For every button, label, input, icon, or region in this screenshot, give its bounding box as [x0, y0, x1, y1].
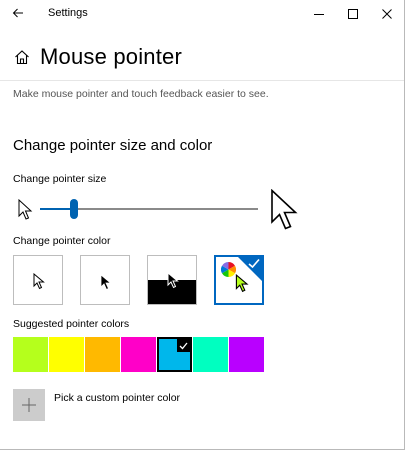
slider-fill [40, 208, 74, 210]
section-title: Change pointer size and color [13, 137, 213, 154]
pointer-size-label: Change pointer size [13, 173, 107, 185]
maximize-icon [348, 8, 358, 19]
color-chip[interactable] [121, 337, 156, 372]
settings-window: Settings Mouse pointer Make mouse pointe… [0, 0, 405, 450]
pointer-color-inverted-option[interactable] [147, 255, 197, 305]
pick-custom-color-label: Pick a custom pointer color [54, 392, 181, 404]
suggested-colors-palette [13, 337, 265, 372]
page-header: Mouse pointer [13, 42, 182, 72]
color-chip[interactable] [157, 337, 192, 372]
pointer-size-slider[interactable] [40, 199, 258, 219]
small-cursor-icon [18, 199, 33, 220]
maximize-button[interactable] [336, 0, 370, 27]
black-cursor-icon [100, 274, 112, 291]
pointer-color-black-option[interactable] [80, 255, 130, 305]
add-color-tile[interactable] [13, 389, 45, 421]
page-description: Make mouse pointer and touch feedback ea… [13, 88, 269, 100]
color-wheel-icon [221, 262, 236, 277]
plus-icon [22, 398, 36, 412]
checkmark-icon [248, 258, 260, 269]
white-cursor-icon [33, 273, 45, 290]
color-chip[interactable] [13, 337, 48, 372]
color-chip[interactable] [193, 337, 228, 372]
pointer-color-white-option[interactable] [13, 255, 63, 305]
header-divider [0, 80, 404, 81]
minimize-button[interactable] [302, 0, 336, 27]
pointer-color-custom-option[interactable] [214, 255, 264, 305]
inverted-cursor-icon [167, 272, 179, 289]
close-icon [382, 8, 392, 19]
back-button[interactable] [4, 2, 32, 24]
home-icon[interactable] [13, 48, 31, 66]
suggested-colors-label: Suggested pointer colors [13, 318, 130, 330]
back-arrow-icon [12, 8, 23, 18]
page-title: Mouse pointer [40, 44, 183, 69]
color-chip[interactable] [85, 337, 120, 372]
title-bar: Settings [0, 0, 404, 27]
color-chip[interactable] [229, 337, 264, 372]
pointer-color-label: Change pointer color [13, 235, 111, 247]
app-title: Settings [48, 7, 88, 19]
minimize-icon [314, 13, 324, 15]
close-button[interactable] [370, 0, 404, 27]
chip-checkmark-icon [177, 339, 190, 352]
large-cursor-icon [271, 189, 298, 230]
color-chip[interactable] [49, 337, 84, 372]
pick-custom-color-button[interactable]: Pick a custom pointer color [13, 389, 180, 421]
slider-thumb[interactable] [70, 199, 78, 219]
